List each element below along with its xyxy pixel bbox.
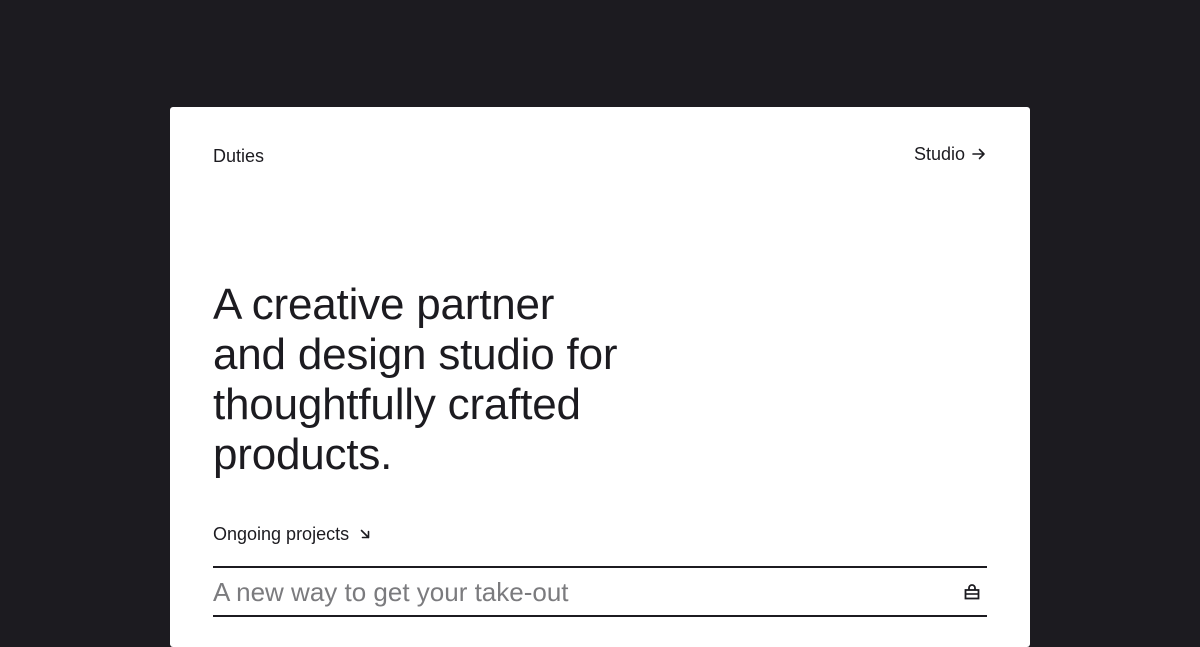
ongoing-projects-label: Ongoing projects: [213, 523, 373, 545]
hero-line-2: and design studio for: [213, 330, 618, 379]
main-card: Duties Studio A creative partner and des…: [170, 107, 1030, 647]
hero-line-4: products.: [213, 430, 393, 479]
studio-link[interactable]: Studio: [914, 143, 987, 165]
arrow-right-icon: [971, 146, 987, 162]
hero-headline: A creative partner and design studio for…: [213, 280, 673, 480]
shopping-bag-icon: [963, 583, 981, 601]
hero-line-3: thoughtfully crafted: [213, 380, 581, 429]
brand-logo[interactable]: Duties: [213, 145, 264, 167]
hero-line-1: A creative partner: [213, 280, 555, 329]
project-item[interactable]: A new way to get your take-out: [213, 566, 987, 617]
project-title: A new way to get your take-out: [213, 576, 569, 607]
arrow-down-right-icon: [357, 526, 373, 542]
ongoing-projects-text: Ongoing projects: [213, 524, 350, 544]
studio-link-label: Studio: [913, 144, 965, 164]
